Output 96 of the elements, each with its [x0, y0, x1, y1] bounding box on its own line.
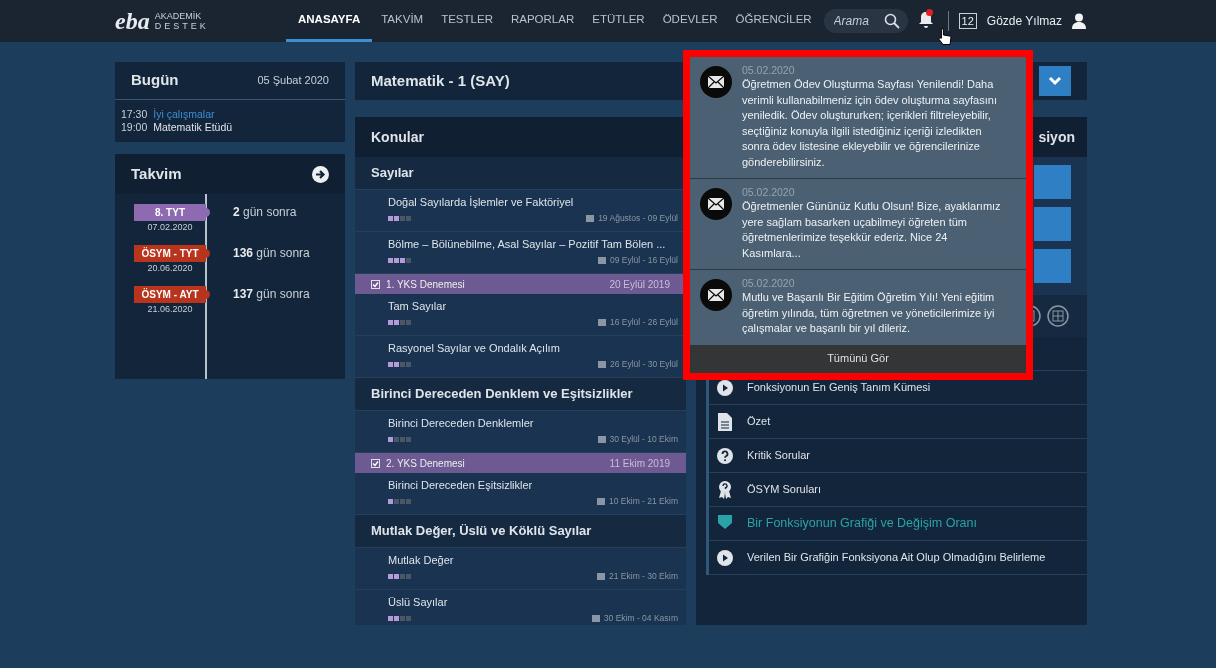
- exam-date: 20 Eylül 2019: [609, 277, 670, 292]
- topic-title: Birinci Dereceden Eşitsizlikler: [388, 478, 534, 492]
- date-range: 21 Ekim - 30 Ekim: [609, 570, 678, 583]
- notification-date: 05.02.2020: [742, 276, 796, 290]
- search-field[interactable]: Arama: [823, 9, 908, 33]
- event-time: 17:30: [121, 108, 148, 121]
- topic-row[interactable]: Bölme – Bölünebilme, Asal Sayılar – Pozitif Tam Bölen ... 09 Eylül - 16 Eylül: [355, 232, 686, 274]
- topic-title: Üslü Sayılar: [388, 595, 449, 609]
- section-title: Birinci Dereceden Denklem ve Eşitsizlikler: [371, 385, 633, 404]
- section-title: Sayılar: [371, 164, 414, 183]
- date-range: 30 Eylül - 10 Ekim: [609, 433, 678, 446]
- view-all-button[interactable]: Tümünü Gör: [690, 344, 1026, 373]
- chevron-down-icon: [1048, 76, 1062, 86]
- topic-row[interactable]: Birinci Dereceden Denklemler 30 Eylül - 10 Ekim: [355, 411, 686, 453]
- play-circle-icon: [717, 549, 733, 566]
- notification-text: Öğretmenler Gününüz Kutlu Olsun! Bize, ayaklarımız yere sağlam basarken uçabilmeyi öğreten tüm öğretmenlerimize teşekkür ederiz. Nice 24 Kasımlara...: [742, 199, 1002, 261]
- event-link[interactable]: İyi çalışmalar: [153, 108, 215, 121]
- award-icon: [718, 480, 732, 499]
- countdown-text: 2 gün sonra: [233, 204, 297, 221]
- lesson-title: Kritik Sorular: [747, 448, 810, 464]
- section-title: Mutlak Değer, Üslü ve Köklü Sayılar: [371, 522, 592, 541]
- question-circle-icon: [717, 447, 733, 464]
- date-range: 09 Eylül - 16 Eylül: [609, 254, 678, 267]
- notification-date: 05.02.2020: [742, 185, 796, 199]
- course-title: Matematik - 1 (SAY): [371, 70, 510, 91]
- topic-title: Bölme – Bölünebilme, Asal Sayılar – Pozitif Tam Bölen ...: [388, 237, 667, 251]
- date-range: 16 Eylül - 26 Eylül: [609, 316, 678, 329]
- notification-item[interactable]: 05.02.2020 Mutlu ve Başarılı Bir Eğitim Öğretim Yılı! Yeni eğitim öğretim yılında, tüm öğretmen ve yöneticilerimize iyi çalışmalar ve başarılı bir yıl dileriz.: [690, 270, 1026, 345]
- notification-text: Öğretmen Ödev Oluşturma Sayfası Yenilendi! Daha verimli kullanabilmeniz için ödev oluşturma sayfasını yeniledik. Ödev oluştururken; içerikleri filtreleyebilir, seçtiğiniz konuyla ilgili istediğiniz içeriği izledikten sonra ödev listesine ekleyebilir ve öğrencilerinize gönderebilirsiniz.: [742, 77, 998, 170]
- date-range: 10 Ekim - 21 Ekim: [609, 495, 678, 508]
- exam-title: 1. YKS Denemesi: [386, 277, 465, 292]
- envelope-icon: [700, 279, 732, 311]
- date-range: 19 Ağustos - 09 Eylül: [598, 212, 678, 225]
- notification-date: 05.02.2020: [742, 63, 796, 77]
- logo[interactable]: eba: [115, 9, 150, 33]
- date-range: 26 Eylül - 30 Eylül: [609, 358, 678, 371]
- lesson-title: Fonksiyonun En Geniş Tanım Kümesi: [747, 380, 931, 396]
- card-title: Takvim: [131, 163, 182, 184]
- topic-title: Mutlak Değer: [388, 553, 455, 567]
- card-title: Bugün: [131, 70, 179, 91]
- lesson-title: Özet: [747, 414, 771, 430]
- panel-title: siyon: [1038, 127, 1075, 147]
- pointer-cursor-icon: [938, 27, 952, 46]
- search-icon[interactable]: [883, 13, 900, 29]
- grid-icon[interactable]: [1047, 305, 1069, 327]
- option-tile[interactable]: [1034, 249, 1071, 283]
- event-tag: ÖSYM - TYT: [134, 245, 206, 262]
- option-tile[interactable]: [1034, 207, 1071, 241]
- event-date: 07.02.2020: [147, 221, 193, 233]
- arrow-right-circle-icon[interactable]: [312, 165, 329, 183]
- nav-tab[interactable]: TESTLER: [432, 0, 502, 42]
- notification-text: Mutlu ve Başarılı Bir Eğitim Öğretim Yılı! Yeni eğitim öğretim yılında, tüm öğretmen ve yöneticilerimize iyi çalışmalar ve başarılı bir yıl dileriz.: [742, 290, 996, 336]
- envelope-icon: [700, 66, 732, 98]
- topic-title: Birinci Dereceden Denklemler: [388, 416, 535, 430]
- countdown-text: 136 gün sonra: [233, 245, 310, 262]
- event-time: 19:00: [121, 121, 148, 134]
- lesson-title: Verilen Bir Grafiğin Fonksiyona Ait Olup Olmadığını Belirleme: [747, 550, 1046, 566]
- event-title: Matematik Etüdü: [153, 121, 233, 134]
- calendar-day[interactable]: 12: [958, 13, 977, 29]
- lesson-title: ÖSYM Soruları: [747, 482, 821, 498]
- play-circle-icon: [717, 379, 733, 396]
- exam-title: 2. YKS Denemesi: [386, 456, 465, 471]
- topic-row[interactable]: Mutlak Değer 21 Ekim - 30 Ekim: [355, 548, 686, 590]
- section-title: Bir Fonksiyonun Grafiği ve Değişim Oranı: [747, 515, 977, 533]
- notification-item[interactable]: 05.02.2020 Öğretmenler Gününüz Kutlu Olsun! Bize, ayaklarımız yere sağlam basarken uçabilmeyi öğreten tüm öğretmenlerimize teşekkür ederiz. Nice 24 Kasımlara...: [690, 179, 1026, 270]
- topic-title: Tam Sayılar: [388, 299, 448, 313]
- envelope-icon: [700, 188, 732, 220]
- dropdown-button[interactable]: [1039, 66, 1071, 96]
- event-tag: ÖSYM - AYT: [134, 286, 206, 303]
- countdown-text: 137 gün sonra: [233, 286, 310, 303]
- topic-row[interactable]: Tam Sayılar 16 Eylül - 26 Eylül: [355, 294, 686, 336]
- user-icon[interactable]: [1072, 13, 1086, 29]
- nav-tab[interactable]: ÖĞRENCİLER: [726, 0, 821, 42]
- topic-row[interactable]: Doğal Sayılarda İşlemler ve Faktöriyel 19 Ağustos - 09 Eylül: [355, 190, 686, 232]
- logo-subtitle: DESTEK: [154, 21, 209, 31]
- logo-subtitle: AKADEMİK: [154, 11, 203, 21]
- option-tile[interactable]: [1034, 165, 1071, 199]
- event-tag: 8. TYT: [134, 204, 206, 221]
- event-date: 20.06.2020: [147, 262, 193, 274]
- nav-tab[interactable]: ETÜTLER: [583, 0, 654, 42]
- topic-row[interactable]: Üslü Sayılar 30 Ekim - 04 Kasım: [355, 590, 686, 625]
- date-range: 30 Ekim - 04 Kasım: [603, 612, 678, 625]
- topic-title: Rasyonel Sayılar ve Ondalık Açılım: [388, 341, 561, 355]
- nav-tab[interactable]: ANASAYFA: [286, 0, 373, 42]
- document-icon: [718, 412, 732, 431]
- nav-tab[interactable]: TAKVİM: [372, 0, 433, 42]
- exam-date: 11 Ekim 2019: [609, 456, 670, 471]
- user-name[interactable]: Gözde Yılmaz: [986, 12, 1062, 30]
- nav-tab[interactable]: RAPORLAR: [501, 0, 584, 42]
- nav-tab[interactable]: ÖDEVLER: [653, 0, 727, 42]
- topic-row[interactable]: Birinci Dereceden Eşitsizlikler 10 Ekim - 21 Ekim: [355, 473, 686, 515]
- panel-title: Konular: [371, 127, 424, 147]
- topic-title: Doğal Sayılarda İşlemler ve Faktöriyel: [388, 195, 575, 209]
- topic-row[interactable]: Rasyonel Sayılar ve Ondalık Açılım 26 Eylül - 30 Eylül: [355, 336, 686, 378]
- event-date: 21.06.2020: [147, 303, 193, 315]
- today-date: 05 Şubat 2020: [257, 73, 329, 89]
